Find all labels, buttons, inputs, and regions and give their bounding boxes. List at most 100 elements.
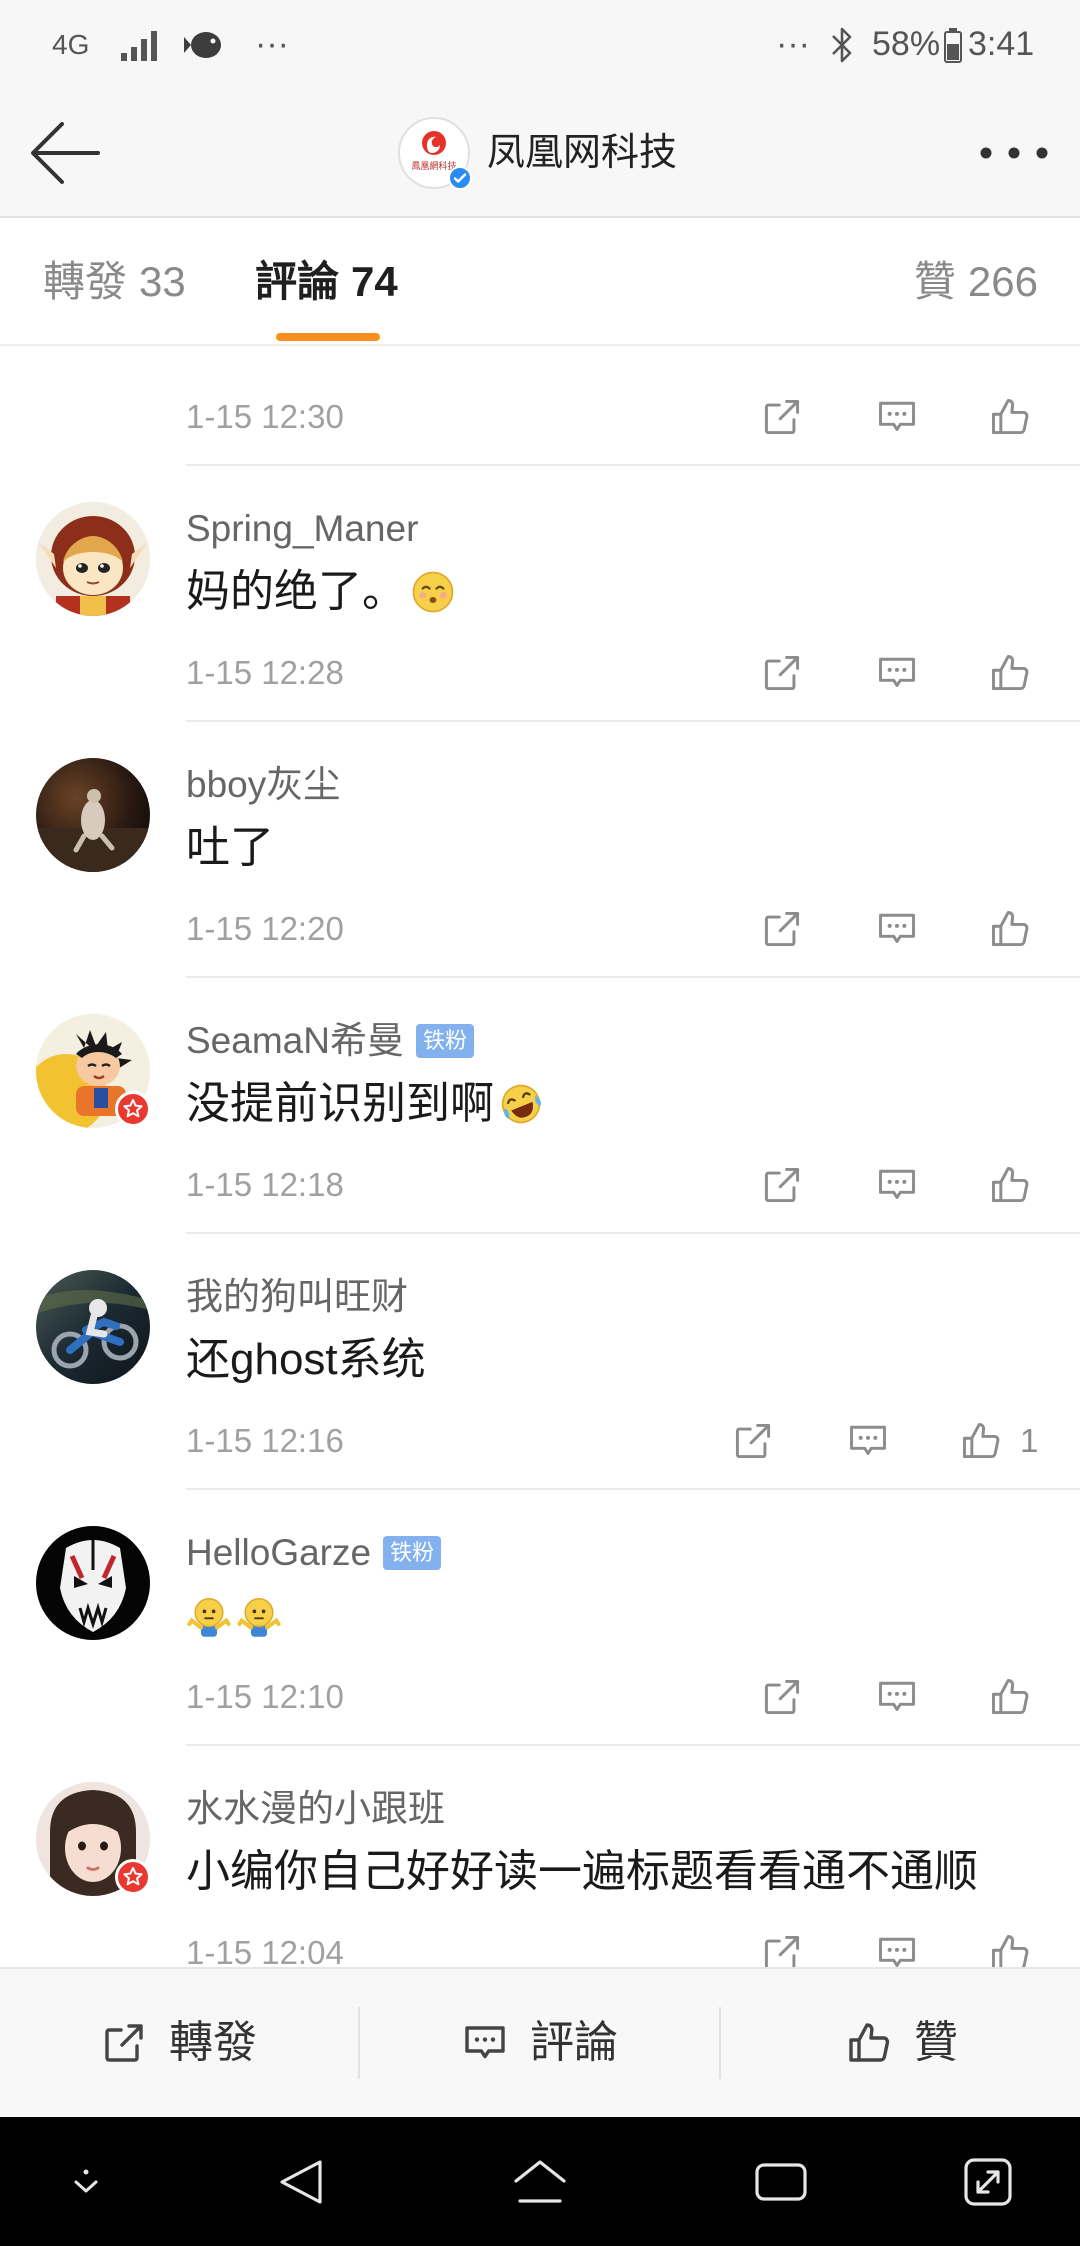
comment-item[interactable]: SeamaN希曼 铁粉 没提前识别到啊 1-15 12:18 xyxy=(0,978,1080,1234)
nav-recents-button[interactable] xyxy=(753,2157,809,2207)
fan-badge: 铁粉 xyxy=(415,1024,474,1058)
system-navigation-bar xyxy=(0,2117,1080,2246)
comment-text-body: 小编你自己好好读一遍标题看看通不通顺 xyxy=(186,1847,978,1896)
comment-username[interactable]: HelloGarze xyxy=(186,1531,371,1575)
reply-button[interactable] xyxy=(846,1419,890,1463)
comment-text-body: 吐了 xyxy=(186,823,274,872)
comment-item[interactable]: 我的狗叫旺财 还ghost系统 1-15 12:16 1 xyxy=(0,1234,1080,1490)
share-icon xyxy=(760,1675,804,1719)
comment-text: 还ghost系统 xyxy=(186,1334,426,1386)
share-button[interactable] xyxy=(760,651,804,695)
reply-button[interactable] xyxy=(875,1931,919,1967)
more-notifications-indicator: ··· xyxy=(255,25,289,63)
reply-button[interactable] xyxy=(875,1675,919,1719)
comment-item[interactable]: 1-15 12:30 xyxy=(0,346,1080,466)
reply-button[interactable] xyxy=(875,1163,919,1207)
comment-item[interactable]: 水水漫的小跟班 小编你自己好好读一遍标题看看通不通顺 1-15 12:04 xyxy=(0,1746,1080,1967)
repost-label: 轉發 xyxy=(169,2018,257,2067)
like-button[interactable] xyxy=(988,907,1032,951)
comment-icon xyxy=(875,907,919,951)
star-icon xyxy=(118,1862,148,1892)
avatar[interactable] xyxy=(36,1270,150,1384)
comment-text-body: 还ghost系统 xyxy=(186,1335,426,1384)
comment-icon xyxy=(875,1931,919,1967)
share-button[interactable] xyxy=(760,1931,804,1967)
comment-time: 1-15 12:18 xyxy=(186,1166,344,1203)
comment-time: 1-15 12:16 xyxy=(186,1422,344,1459)
share-icon xyxy=(760,1163,804,1207)
comment-time: 1-15 12:30 xyxy=(186,398,344,435)
avatar[interactable] xyxy=(36,758,150,872)
bluetooth-icon xyxy=(828,0,856,89)
like-button[interactable] xyxy=(988,395,1032,439)
repost-button[interactable]: 轉發 xyxy=(0,1969,358,2117)
like-icon xyxy=(845,2019,893,2067)
share-icon xyxy=(100,2019,148,2067)
comment-username[interactable]: Spring_Maner xyxy=(186,507,418,551)
nav-back-button[interactable] xyxy=(276,2157,326,2207)
reply-button[interactable] xyxy=(875,907,919,951)
back-arrow-icon xyxy=(31,122,100,184)
more-status-indicator: ··· xyxy=(776,25,810,63)
nav-rotate-button[interactable] xyxy=(960,2154,1016,2210)
share-icon xyxy=(760,395,804,439)
status-bar: 4G ··· ··· 58% 3:41 xyxy=(0,0,1080,89)
comment-username[interactable]: SeamaN希曼 xyxy=(186,1019,404,1063)
laugh-cry-emoji xyxy=(501,1084,541,1124)
share-button[interactable] xyxy=(731,1419,775,1463)
comment-item[interactable]: bboy灰尘 吐了 1-15 12:20 xyxy=(0,722,1080,978)
comment-item[interactable]: HelloGarze 铁粉 1-15 12:10 xyxy=(0,1490,1080,1746)
like-count: 1 xyxy=(1020,1422,1039,1459)
bottom-action-bar: 轉發 評論 贊 xyxy=(0,1967,1080,2117)
comment-icon xyxy=(875,651,919,695)
like-post-button[interactable]: 贊 xyxy=(721,1969,1080,2117)
comment-icon xyxy=(846,1419,890,1463)
tab-count: 266 xyxy=(967,258,1038,305)
more-options-button[interactable] xyxy=(978,145,1050,161)
share-button[interactable] xyxy=(760,1675,804,1719)
like-icon xyxy=(988,1931,1032,1967)
hide-keyboard-button[interactable] xyxy=(66,2162,106,2202)
header: 鳳凰網科技 凤凰网科技 xyxy=(0,89,1080,218)
comment-list[interactable]: 1-15 12:30 Spring_Maner 妈的绝了。 1-15 12:28… xyxy=(0,346,1080,1967)
comment-username[interactable]: 水水漫的小跟班 xyxy=(186,1787,445,1831)
like-icon xyxy=(988,1675,1032,1719)
expand-icon xyxy=(964,2158,1012,2206)
comment-username[interactable]: 我的狗叫旺财 xyxy=(186,1275,408,1319)
like-button[interactable] xyxy=(988,1675,1032,1719)
like-icon xyxy=(988,395,1032,439)
comment-time: 1-15 12:28 xyxy=(186,654,344,691)
app-notification-icon xyxy=(182,0,226,89)
page-title[interactable]: 凤凰网科技 xyxy=(487,129,677,177)
like-button[interactable] xyxy=(988,1163,1032,1207)
comment-username[interactable]: bboy灰尘 xyxy=(186,763,340,807)
avatar[interactable] xyxy=(36,1526,150,1640)
reply-button[interactable] xyxy=(875,395,919,439)
tab-comments[interactable]: 評論 74 xyxy=(255,257,398,307)
like-button[interactable] xyxy=(988,651,1032,695)
share-button[interactable] xyxy=(760,395,804,439)
shy-smile-emoji xyxy=(412,571,454,613)
verified-badge-icon xyxy=(448,166,472,190)
tab-label: 轉發 xyxy=(43,258,128,305)
home-icon xyxy=(514,2160,566,2203)
network-type: 4G xyxy=(52,28,90,60)
comment-item[interactable]: Spring_Maner 妈的绝了。 1-15 12:28 xyxy=(0,466,1080,722)
signal-icon xyxy=(119,0,161,89)
like-button[interactable] xyxy=(988,1931,1032,1967)
tab-likes[interactable]: 贊 266 xyxy=(914,257,1038,307)
share-button[interactable] xyxy=(760,1163,804,1207)
like-button[interactable] xyxy=(959,1419,1003,1463)
share-button[interactable] xyxy=(760,907,804,951)
avatar[interactable] xyxy=(36,502,150,616)
battery-icon xyxy=(943,0,963,89)
back-button[interactable] xyxy=(28,120,102,186)
tab-reposts[interactable]: 轉發 33 xyxy=(43,257,186,307)
comment-time: 1-15 12:20 xyxy=(186,910,344,947)
share-icon xyxy=(760,651,804,695)
star-icon xyxy=(118,1094,148,1124)
comment-text-body: 妈的绝了。 xyxy=(186,567,406,616)
comment-button[interactable]: 評論 xyxy=(360,1969,719,2117)
reply-button[interactable] xyxy=(875,651,919,695)
nav-home-button[interactable] xyxy=(512,2157,568,2207)
